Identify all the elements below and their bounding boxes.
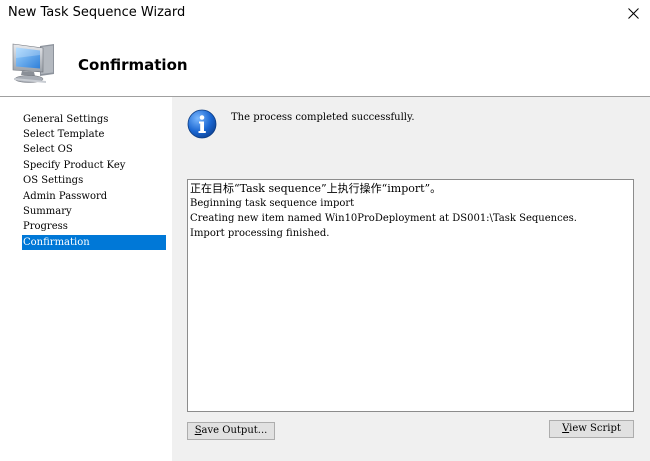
- status-message: The process completed successfully.: [231, 112, 415, 123]
- sidebar-item-select-os[interactable]: Select OS: [22, 142, 166, 157]
- computer-monitor-icon: [12, 43, 54, 83]
- sidebar-item-select-template[interactable]: Select Template: [22, 127, 166, 142]
- title-bar: New Task Sequence Wizard: [0, 0, 650, 26]
- view-script-button[interactable]: View Script: [549, 420, 634, 438]
- sidebar-item-admin-password[interactable]: Admin Password: [22, 189, 166, 204]
- close-button[interactable]: [616, 0, 650, 26]
- info-icon: [187, 109, 217, 139]
- output-line: Import processing finished.: [190, 228, 330, 239]
- close-icon: [627, 7, 639, 19]
- save-output-button[interactable]: Save Output...: [187, 422, 275, 440]
- window-title: New Task Sequence Wizard: [8, 5, 186, 20]
- sidebar-item-general-settings[interactable]: General Settings: [22, 112, 166, 127]
- sidebar-item-progress[interactable]: Progress: [22, 219, 166, 234]
- wizard-steps-sidebar: General Settings Select Template Select …: [0, 97, 172, 461]
- output-line: 正在目标“Task sequence”上执行操作“import”。: [190, 182, 442, 195]
- output-line: Beginning task sequence import: [190, 198, 355, 209]
- sidebar-item-specify-product-key[interactable]: Specify Product Key: [22, 158, 166, 173]
- sidebar-item-os-settings[interactable]: OS Settings: [22, 173, 166, 188]
- sidebar-item-summary[interactable]: Summary: [22, 204, 166, 219]
- wizard-header: Confirmation: [0, 26, 650, 96]
- output-line: Creating new item named Win10ProDeployme…: [190, 213, 577, 224]
- page-title: Confirmation: [78, 56, 188, 74]
- confirmation-panel: The process completed successfully. 正在目标…: [172, 97, 650, 461]
- sidebar-item-confirmation[interactable]: Confirmation: [22, 235, 166, 250]
- output-log[interactable]: 正在目标“Task sequence”上执行操作“import”。 Beginn…: [187, 179, 634, 412]
